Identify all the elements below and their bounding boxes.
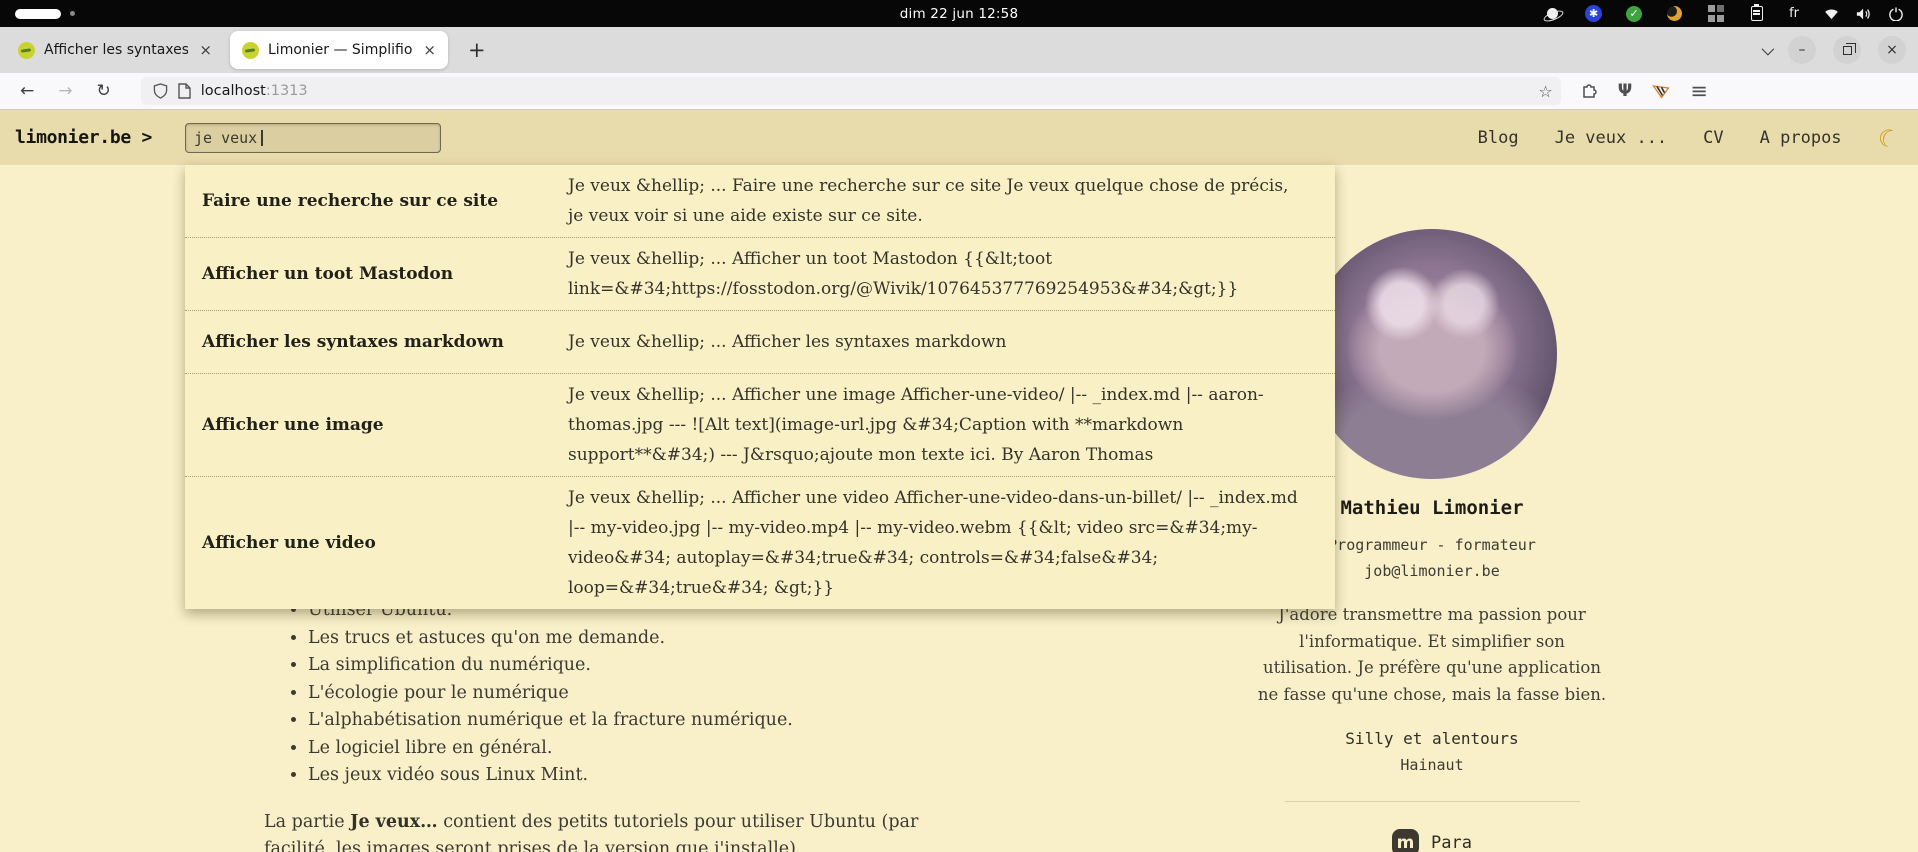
volume-icon	[1855, 5, 1872, 22]
reload-icon[interactable]: ↻	[85, 81, 123, 101]
keyboard-layout-indicator[interactable]: fr	[1789, 6, 1799, 21]
result-title: Afficher un toot Mastodon	[185, 264, 568, 284]
result-snippet: Je veux &hellip; ... Afficher une image …	[568, 374, 1335, 476]
tab-syntaxes-markdown[interactable]: Afficher les syntaxes mark ×	[6, 31, 224, 69]
search-result-faire-une-recherche[interactable]: Faire une recherche sur ce site Je veux …	[185, 165, 1335, 237]
profile-location: Silly et alentours	[1252, 729, 1612, 748]
result-title: Afficher une image	[185, 415, 568, 435]
list-all-tabs-icon[interactable]	[1762, 42, 1775, 55]
status-cluster[interactable]	[1823, 5, 1904, 22]
list-item: Le logiciel libre en général.	[308, 735, 954, 763]
mastodon-icon: m	[1392, 829, 1419, 852]
search-input-value: je veux	[194, 129, 257, 147]
site-favicon	[18, 42, 35, 59]
result-snippet: Je veux &hellip; ... Afficher un toot Ma…	[568, 238, 1335, 310]
blog-topics-list: Utiliser Ubuntu. Les trucs et astuces qu…	[308, 597, 954, 790]
forward-icon[interactable]: →	[46, 81, 84, 101]
gnome-top-bar: dim 22 jun 12:58 ✱ ✓ fr	[0, 0, 1918, 27]
list-item: L'écologie pour le numérique	[308, 680, 954, 708]
privacy-badger-icon[interactable]	[1652, 83, 1670, 99]
result-title: Afficher une video	[185, 533, 568, 553]
shield-icon[interactable]	[153, 83, 168, 99]
list-item: Les jeux vidéo sous Linux Mint.	[308, 762, 954, 790]
site-favicon	[242, 42, 259, 59]
search-input[interactable]: je veux	[185, 123, 441, 153]
updates-ok-icon[interactable]: ✓	[1626, 6, 1642, 22]
search-result-afficher-video[interactable]: Afficher une video Je veux &hellip; ... …	[185, 476, 1335, 609]
hamburger-menu-icon[interactable]: ≡	[1690, 79, 1708, 103]
url-host: localhost	[201, 83, 266, 99]
url-bar[interactable]: localhost :1313 ☆	[141, 77, 1561, 105]
power-icon	[1887, 5, 1904, 22]
list-item: L'alphabétisation numérique et la fractu…	[308, 707, 954, 735]
result-snippet: Je veux &hellip; ... Faire une recherche…	[568, 165, 1335, 237]
site-brand[interactable]: limonier.be >	[15, 127, 152, 148]
window-restore-button[interactable]	[1833, 36, 1861, 64]
list-item: Les trucs et astuces qu'on me demande.	[308, 625, 954, 653]
list-item: La simplification du numérique.	[308, 652, 954, 680]
tab-close-icon[interactable]: ×	[197, 41, 214, 59]
nightlight-icon[interactable]	[1666, 5, 1683, 22]
planet-icon[interactable]	[1544, 5, 1561, 22]
nav-a-propos[interactable]: A propos	[1760, 128, 1842, 148]
nav-blog[interactable]: Blog	[1478, 128, 1519, 148]
mastodon-link[interactable]: m Para	[1252, 829, 1612, 852]
url-port: :1313	[266, 83, 308, 99]
profile-photo	[1307, 229, 1557, 479]
browser-tab-bar: Afficher les syntaxes mark × Limonier — …	[0, 27, 1918, 73]
clipboard-icon[interactable]	[1748, 5, 1765, 22]
nav-je-veux[interactable]: Je veux ...	[1555, 128, 1668, 148]
vault-icon[interactable]: ✱	[1585, 5, 1602, 22]
bookmark-star-icon[interactable]: ☆	[1538, 82, 1552, 101]
page-info-icon[interactable]	[178, 83, 191, 99]
browser-toolbar: ← → ↻ localhost :1313 ☆ Ψ ≡	[0, 73, 1918, 110]
result-snippet: Je veux &hellip; ... Afficher les syntax…	[568, 321, 1335, 363]
restore-icon	[1843, 46, 1852, 55]
sidebar-divider	[1285, 801, 1580, 802]
je-veux-paragraph: La partie Je veux… contient des petits t…	[264, 809, 954, 852]
site-header: limonier.be > je veux Blog Je veux ... C…	[0, 110, 1918, 165]
result-snippet: Je veux &hellip; ... Afficher une video …	[568, 477, 1335, 609]
window-minimize-button[interactable]: –	[1788, 36, 1816, 64]
mastodon-label: Para	[1431, 833, 1472, 852]
nav-cv[interactable]: CV	[1703, 128, 1723, 148]
profile-region: Hainaut	[1252, 756, 1612, 774]
tab-close-icon[interactable]: ×	[421, 41, 438, 59]
extensions-puzzle-icon[interactable]	[1581, 83, 1598, 100]
result-title: Afficher les syntaxes markdown	[185, 332, 568, 352]
search-result-toot-mastodon[interactable]: Afficher un toot Mastodon Je veux &helli…	[185, 237, 1335, 310]
text-caret	[261, 130, 263, 146]
tab-title: Afficher les syntaxes mark	[44, 42, 188, 58]
window-close-button[interactable]: ×	[1878, 36, 1906, 64]
wallabag-icon[interactable]: Ψ	[1618, 81, 1632, 101]
new-tab-button[interactable]: +	[462, 38, 492, 62]
profile-bio: J'adore transmettre ma passion pour l'in…	[1252, 602, 1612, 708]
search-result-afficher-image[interactable]: Afficher une image Je veux &hellip; ... …	[185, 373, 1335, 476]
wifi-icon	[1823, 5, 1840, 22]
system-tray: ✱ ✓ fr	[1544, 5, 1918, 22]
search-result-syntaxes-markdown[interactable]: Afficher les syntaxes markdown Je veux &…	[185, 310, 1335, 373]
search-results-dropdown: Faire une recherche sur ce site Je veux …	[185, 165, 1335, 609]
tab-limonier-home[interactable]: Limonier — Simplifions l'i ×	[230, 31, 448, 69]
tiling-icon[interactable]	[1707, 5, 1724, 22]
tab-title: Limonier — Simplifions l'i	[268, 42, 412, 58]
result-title: Faire une recherche sur ce site	[185, 191, 568, 211]
back-icon[interactable]: ←	[8, 81, 46, 101]
site-nav: Blog Je veux ... CV A propos ☾	[1478, 126, 1918, 150]
dark-mode-moon-icon[interactable]: ☾	[1874, 124, 1895, 151]
je-veux-bold: Je veux…	[350, 812, 437, 832]
